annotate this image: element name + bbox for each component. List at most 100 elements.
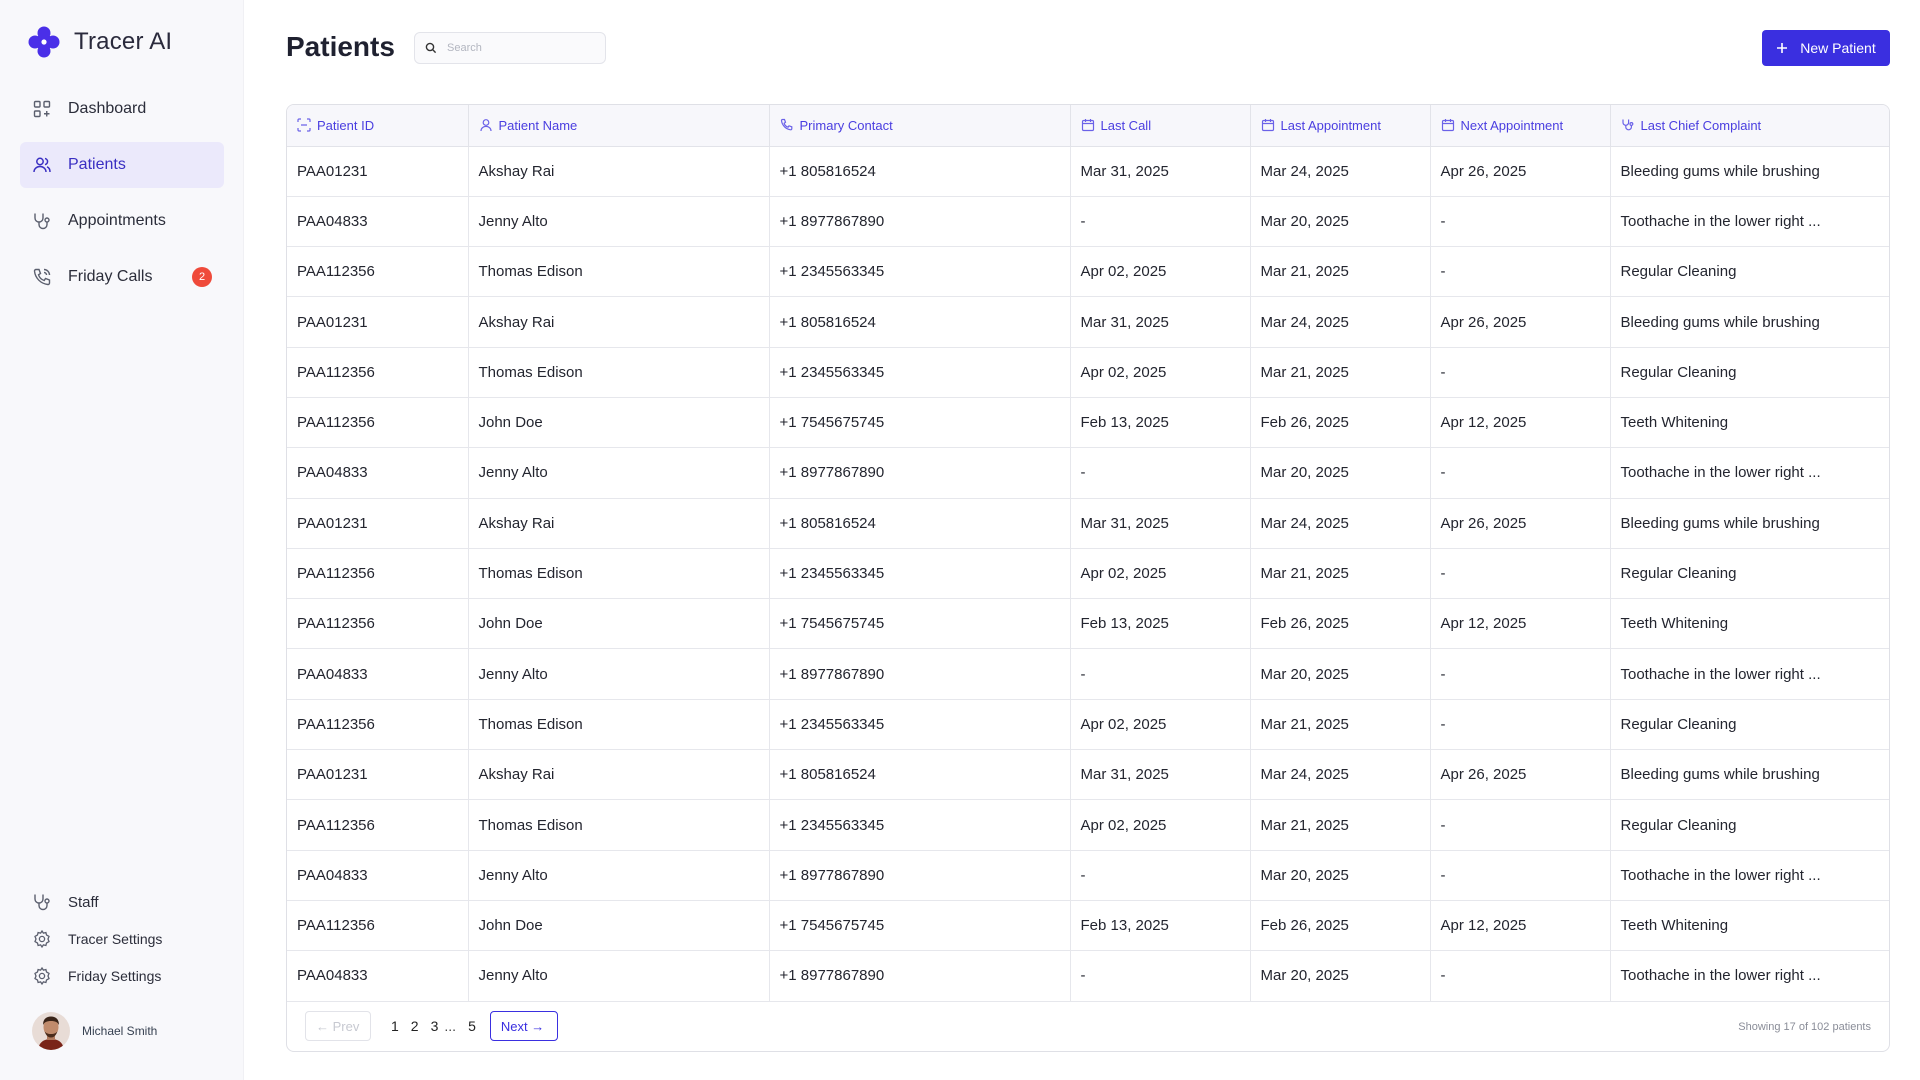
cell-patient-name: Akshay Rai [468, 498, 770, 549]
cell-last-appointment: Mar 24, 2025 [1250, 296, 1431, 348]
cell-patient-id: PAA01231 [287, 498, 469, 549]
table-row[interactable]: PAA112356 Thomas Edison +1 2345563345 Apr 0… [287, 347, 1889, 398]
cell-primary-contact: +1 2345563345 [769, 799, 1071, 851]
cell-last-chief-complaint: Bleeding gums while brushing [1610, 498, 1889, 549]
cell-patient-id: PAA04833 [287, 196, 469, 248]
sidebar-item-dashboard[interactable]: Dashboard [20, 86, 224, 132]
table-row[interactable]: PAA112356 Thomas Edison +1 2345563345 Apr 0… [287, 799, 1889, 851]
cell-patient-id: PAA01231 [287, 296, 469, 348]
search-box[interactable] [414, 32, 606, 64]
cell-patient-name: Akshay Rai [468, 296, 770, 348]
column-header-patient-id[interactable]: Patient ID [287, 105, 469, 147]
cell-last-appointment: Mar 20, 2025 [1250, 648, 1431, 700]
table-row[interactable]: PAA112356 Thomas Edison +1 2345563345 Apr 0… [287, 699, 1889, 751]
page-5[interactable]: 5 [468, 1018, 476, 1034]
sidebar-item-label: Friday Calls [68, 268, 153, 285]
cell-next-appointment: Apr 12, 2025 [1430, 598, 1611, 650]
cell-patient-name: Jenny Alto [468, 447, 770, 499]
cell-last-chief-complaint: Toothache in the lower right ... [1610, 648, 1889, 700]
table-row[interactable]: PAA04833 Jenny Alto +1 8977867890- Mar 20, … [287, 648, 1889, 700]
table-row[interactable]: PAA112356 Thomas Edison +1 2345563345 Apr 0… [287, 548, 1889, 600]
column-header-primary-contact[interactable]: Primary Contact [769, 105, 1071, 147]
column-header-last-chief-complaint[interactable]: Last Chief Complaint [1610, 105, 1889, 147]
page-1[interactable]: 1 [391, 1018, 399, 1034]
new-patient-label: New Patient [1800, 40, 1876, 56]
column-label: Next Appointment [1460, 117, 1564, 133]
sidebar-item-label: Friday Settings [68, 968, 162, 984]
plus-icon [1777, 43, 1788, 53]
cell-last-call: Feb 13, 2025 [1070, 397, 1251, 449]
avatar [32, 1012, 70, 1050]
prev-page-button[interactable]: ← Prev [305, 1011, 371, 1041]
stethoscope-icon [32, 211, 52, 231]
column-label: Last Chief Complaint [1640, 117, 1762, 133]
sidebar-item-appointments[interactable]: Appointments [20, 198, 224, 244]
page-2[interactable]: 2 [411, 1018, 419, 1034]
cell-next-appointment: - [1430, 246, 1611, 298]
cell-last-call: Mar 31, 2025 [1070, 296, 1251, 348]
sidebar-item-patients[interactable]: Patients [20, 142, 224, 188]
id-scan-icon [297, 118, 311, 132]
table-row[interactable]: PAA112356 John Doe +1 7545675745 Feb 13, 20… [287, 397, 1889, 449]
cell-primary-contact: +1 7545675745 [769, 598, 1071, 650]
table-row[interactable]: PAA01231 Akshay Rai +1 805816524 Mar 31, 20… [287, 146, 1889, 197]
cell-patient-name: Jenny Alto [468, 648, 770, 700]
sidebar-item-label: Dashboard [68, 100, 147, 117]
notification-badge: 2 [192, 267, 212, 287]
column-header-next-appointment[interactable]: Next Appointment [1430, 105, 1611, 147]
cell-next-appointment: - [1430, 196, 1611, 248]
sidebar-item-friday-settings[interactable]: Friday Settings [20, 960, 224, 992]
cell-last-appointment: Mar 21, 2025 [1250, 699, 1431, 751]
cell-last-chief-complaint: Teeth Whitening [1610, 900, 1889, 952]
cell-patient-name: Thomas Edison [468, 347, 770, 398]
showing-count: Showing 17 of 102 patients [1738, 1021, 1871, 1033]
cell-patient-name: Thomas Edison [468, 699, 770, 751]
cell-last-call: - [1070, 850, 1251, 901]
cell-primary-contact: +1 8977867890 [769, 850, 1071, 901]
cell-last-call: - [1070, 648, 1251, 700]
table-header-row: Patient ID Patient Name Primary Contact … [287, 105, 1889, 147]
next-page-button[interactable]: Next → [489, 1011, 558, 1041]
user-name: Michael Smith [82, 1024, 158, 1038]
table-row[interactable]: PAA112356 John Doe +1 7545675745 Feb 13, 20… [287, 598, 1889, 650]
cell-next-appointment: - [1430, 799, 1611, 851]
column-header-patient-name[interactable]: Patient Name [468, 105, 770, 147]
column-header-last-appointment[interactable]: Last Appointment [1250, 105, 1431, 147]
cell-last-appointment: Feb 26, 2025 [1250, 598, 1431, 650]
table-row[interactable]: PAA04833 Jenny Alto +1 8977867890- Mar 20, … [287, 950, 1889, 1002]
cell-patient-id: PAA04833 [287, 648, 469, 700]
table-row[interactable]: PAA01231 Akshay Rai +1 805816524 Mar 31, 20… [287, 749, 1889, 801]
cell-last-call: - [1070, 196, 1251, 248]
table-row[interactable]: PAA04833 Jenny Alto +1 8977867890- Mar 20, … [287, 447, 1889, 499]
user-profile[interactable]: Michael Smith [32, 1012, 157, 1050]
page-3[interactable]: 3 [431, 1018, 439, 1034]
page-ellipsis: ... [444, 1018, 457, 1034]
cell-patient-id: PAA04833 [287, 950, 469, 1002]
sidebar-item-staff[interactable]: Staff [20, 886, 224, 918]
cell-patient-id: PAA01231 [287, 749, 469, 801]
sidebar-item-friday-calls[interactable]: Friday Calls 2 [20, 254, 224, 300]
table-row[interactable]: PAA04833 Jenny Alto +1 8977867890- Mar 20, … [287, 196, 1889, 248]
cell-primary-contact: +1 7545675745 [769, 900, 1071, 952]
search-input[interactable] [447, 42, 597, 54]
cell-patient-id: PAA04833 [287, 850, 469, 901]
column-header-last-call[interactable]: Last Call [1070, 105, 1251, 147]
table-row[interactable]: PAA112356 John Doe +1 7545675745 Feb 13, 20… [287, 900, 1889, 952]
search-icon [425, 42, 437, 54]
table-row[interactable]: PAA01231 Akshay Rai +1 805816524 Mar 31, 20… [287, 296, 1889, 348]
cell-next-appointment: - [1430, 648, 1611, 700]
table-row[interactable]: PAA01231 Akshay Rai +1 805816524 Mar 31, 20… [287, 498, 1889, 549]
sidebar-item-tracer-settings[interactable]: Tracer Settings [20, 923, 224, 955]
sidebar-nav: Dashboard Patients Appointments Friday C… [20, 86, 224, 310]
new-patient-button[interactable]: New Patient [1762, 30, 1890, 66]
table-row[interactable]: PAA04833 Jenny Alto +1 8977867890- Mar 20, … [287, 850, 1889, 901]
cell-patient-id: PAA112356 [287, 799, 469, 851]
cell-last-appointment: Mar 24, 2025 [1250, 498, 1431, 549]
cell-last-appointment: Mar 24, 2025 [1250, 146, 1431, 197]
table-row[interactable]: PAA112356 Thomas Edison +1 2345563345 Apr 0… [287, 246, 1889, 298]
brand[interactable]: Tracer AI [28, 26, 172, 58]
cell-last-appointment: Feb 26, 2025 [1250, 900, 1431, 952]
cell-last-chief-complaint: Toothache in the lower right ... [1610, 850, 1889, 901]
cell-patient-id: PAA112356 [287, 397, 469, 449]
phone-icon [32, 267, 52, 287]
